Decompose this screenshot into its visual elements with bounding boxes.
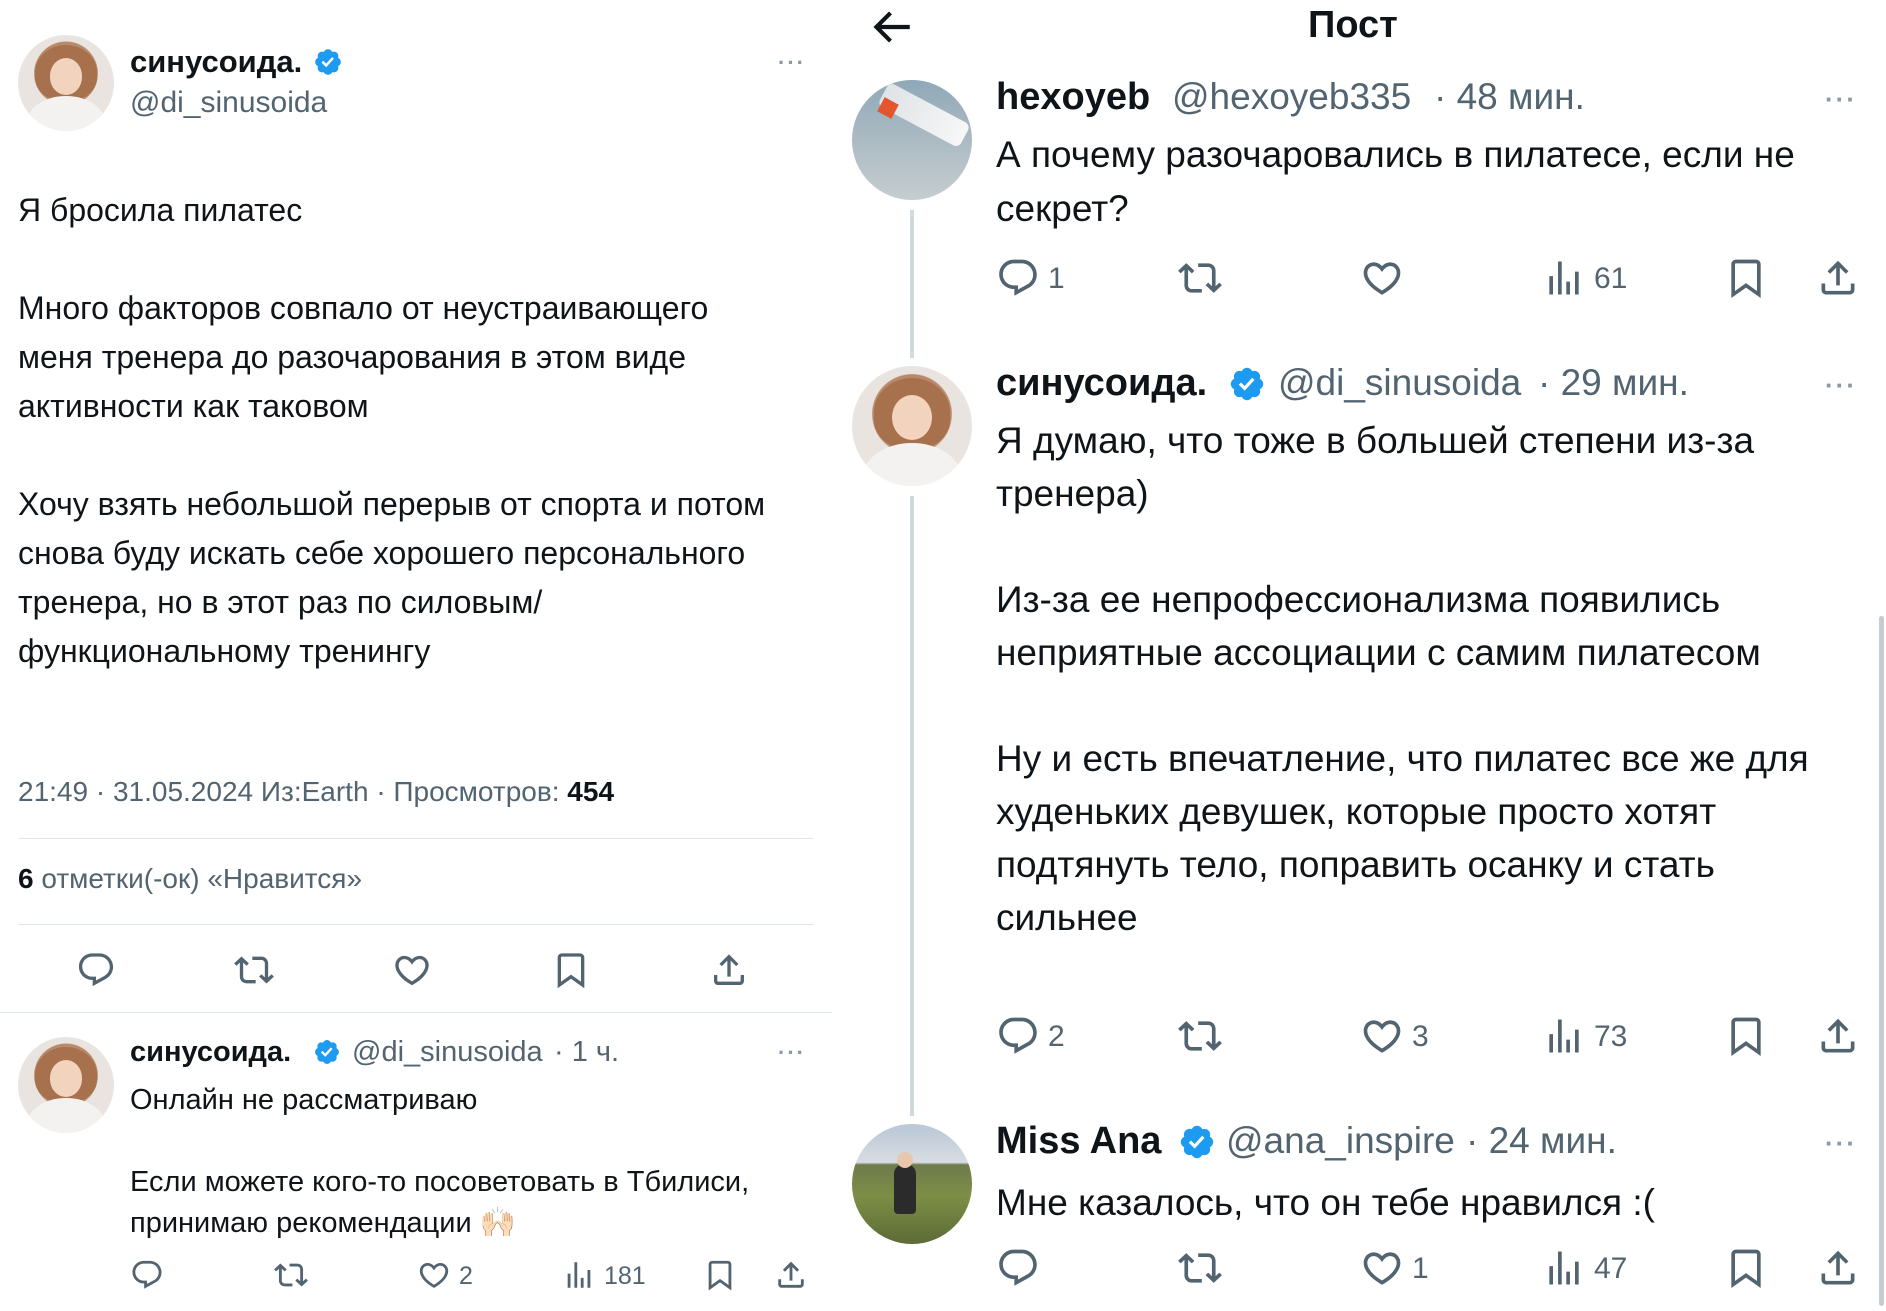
thread-line bbox=[910, 210, 914, 358]
share-icon[interactable] bbox=[1816, 256, 1860, 300]
post-meta: 21:49 · 31.05.2024 Из:Earth · Просмотров… bbox=[18, 776, 614, 808]
more-options-icon[interactable]: ··· bbox=[1825, 1128, 1857, 1159]
reply-author-avatar[interactable] bbox=[18, 1037, 114, 1133]
like-count: 2 bbox=[459, 1262, 473, 1290]
views-icon[interactable] bbox=[1542, 256, 1586, 300]
reply-author-avatar[interactable] bbox=[852, 366, 972, 486]
like-icon[interactable] bbox=[1360, 256, 1404, 300]
views-icon[interactable] bbox=[562, 1258, 596, 1292]
author-avatar[interactable] bbox=[18, 35, 114, 131]
bookmark-icon[interactable] bbox=[1724, 256, 1768, 300]
more-options-icon[interactable]: ··· bbox=[1825, 84, 1857, 115]
divider bbox=[18, 924, 814, 925]
author-handle[interactable]: @di_sinusoida bbox=[130, 86, 327, 120]
bookmark-icon[interactable] bbox=[1724, 1014, 1768, 1058]
like-icon[interactable] bbox=[417, 1258, 451, 1292]
more-options-icon[interactable]: ··· bbox=[778, 1040, 806, 1066]
reply-author-name[interactable]: синусоида. bbox=[130, 1036, 291, 1069]
thread-line bbox=[910, 496, 914, 1116]
verified-badge-icon bbox=[1178, 1123, 1216, 1161]
reply-time: · 29 мин. bbox=[1538, 362, 1689, 403]
original-post-panel: синусоида. @di_sinusoida ··· Я бросила п… bbox=[0, 0, 832, 1311]
reply-icon[interactable] bbox=[996, 256, 1040, 300]
likes-summary[interactable]: 6 отметки(-ок) «Нравится» bbox=[18, 863, 362, 895]
bookmark-icon[interactable] bbox=[1724, 1246, 1768, 1290]
reply-author-handle[interactable]: @di_sinusoida bbox=[1278, 362, 1521, 404]
views-count: 61 bbox=[1594, 262, 1628, 295]
retweet-icon[interactable] bbox=[1178, 1246, 1222, 1290]
retweet-icon[interactable] bbox=[1178, 1014, 1222, 1058]
page-title: Пост bbox=[1308, 4, 1398, 46]
reply-author-avatar[interactable] bbox=[852, 80, 972, 200]
verified-badge-icon bbox=[313, 1038, 341, 1066]
post-meta-text: 21:49 · 31.05.2024 Из:Earth · Просмотров… bbox=[18, 776, 560, 807]
scrollbar[interactable] bbox=[1879, 616, 1884, 1306]
reply-author-name[interactable]: hexoyeb bbox=[996, 76, 1150, 119]
likes-count: 6 bbox=[18, 863, 34, 894]
retweet-icon[interactable] bbox=[274, 1258, 308, 1292]
reply-icon[interactable] bbox=[130, 1258, 164, 1292]
like-count: 3 bbox=[1412, 1020, 1429, 1053]
like-icon[interactable] bbox=[392, 950, 432, 990]
reply-text: Мне казалось, что он тебе нравился :( bbox=[996, 1182, 1655, 1223]
divider bbox=[18, 838, 814, 839]
share-icon[interactable] bbox=[774, 1258, 808, 1292]
like-count: 1 bbox=[1412, 1252, 1429, 1285]
post-views-count: 454 bbox=[567, 776, 615, 807]
share-icon[interactable] bbox=[709, 950, 749, 990]
bookmark-icon[interactable] bbox=[551, 950, 591, 990]
arrow-left-icon[interactable] bbox=[866, 2, 916, 52]
reply-icon[interactable] bbox=[996, 1014, 1040, 1058]
reply-time: · 24 мин. bbox=[1466, 1120, 1617, 1161]
reply-time: · 48 мин. bbox=[1434, 76, 1585, 117]
like-icon[interactable] bbox=[1360, 1014, 1404, 1058]
reply-count: 1 bbox=[1048, 262, 1065, 295]
reply-text: А почему разочаровались в пилатесе, если… bbox=[996, 134, 1795, 229]
author-name[interactable]: синусоида. bbox=[130, 44, 302, 80]
more-options-icon[interactable]: ··· bbox=[778, 50, 806, 76]
views-icon[interactable] bbox=[1542, 1246, 1586, 1290]
bookmark-icon[interactable] bbox=[703, 1258, 737, 1292]
views-icon[interactable] bbox=[1542, 1014, 1586, 1058]
reply-icon[interactable] bbox=[76, 950, 116, 990]
reply-author-handle[interactable]: @ana_inspire bbox=[1226, 1120, 1455, 1162]
reply-text: Я думаю, что тоже в большей степени из-з… bbox=[996, 420, 1809, 938]
thread-panel: Пост hexoyeb @hexoyeb335 · 48 мин. ··· А… bbox=[850, 0, 1886, 1311]
views-count: 47 bbox=[1594, 1252, 1628, 1285]
like-icon[interactable] bbox=[1360, 1246, 1404, 1290]
retweet-icon[interactable] bbox=[234, 950, 274, 990]
reply-text: Онлайн не рассматриваю Если можете кого-… bbox=[130, 1084, 750, 1239]
reply-author-handle[interactable]: @hexoyeb335 bbox=[1172, 76, 1411, 118]
reply-author-name[interactable]: синусоида. bbox=[996, 362, 1207, 405]
reply-time: · 1 ч. bbox=[554, 1036, 620, 1068]
retweet-icon[interactable] bbox=[1178, 256, 1222, 300]
share-icon[interactable] bbox=[1816, 1014, 1860, 1058]
views-count: 181 bbox=[604, 1262, 646, 1290]
more-options-icon[interactable]: ··· bbox=[1825, 370, 1857, 401]
reply-icon[interactable] bbox=[996, 1246, 1040, 1290]
reply-author-avatar[interactable] bbox=[852, 1124, 972, 1244]
post-text: Я бросила пилатес Много факторов совпало… bbox=[18, 192, 766, 669]
reply-author-handle[interactable]: @di_sinusoida bbox=[352, 1036, 543, 1069]
reply-count: 2 bbox=[1048, 1020, 1065, 1053]
reply-author-name[interactable]: Miss Ana bbox=[996, 1120, 1161, 1163]
likes-label: отметки(-ок) «Нравится» bbox=[41, 863, 363, 894]
verified-badge-icon bbox=[1228, 365, 1266, 403]
divider bbox=[0, 1012, 832, 1013]
views-count: 73 bbox=[1594, 1020, 1628, 1053]
verified-badge-icon bbox=[313, 47, 343, 77]
share-icon[interactable] bbox=[1816, 1246, 1860, 1290]
